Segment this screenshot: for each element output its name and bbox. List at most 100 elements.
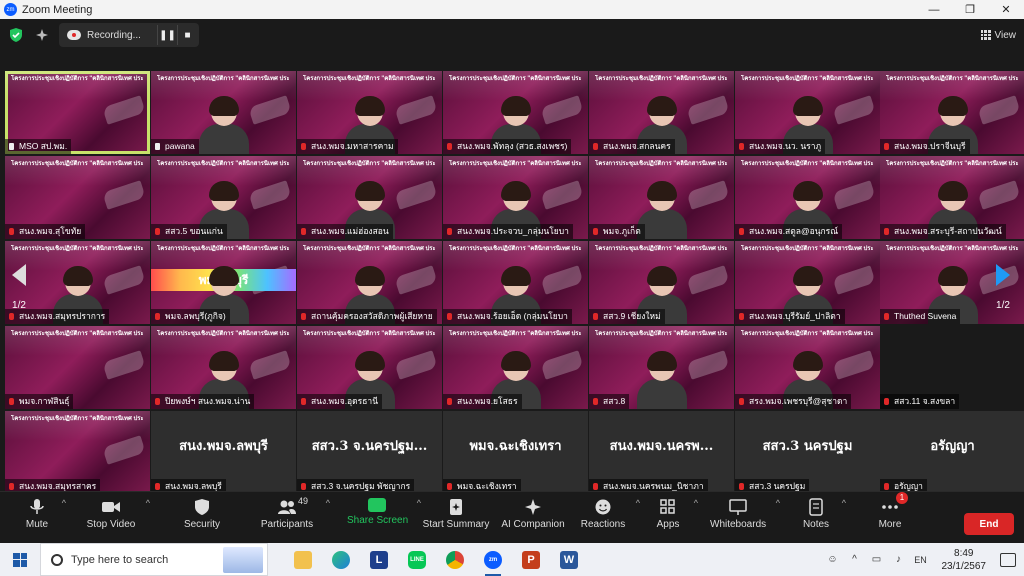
participant-tile[interactable]: โครงการประชุมเชิงปฏิบัติการ "คลินิกสารนิ… xyxy=(735,326,880,409)
participant-name-label: พมจ.ภูเก็ต xyxy=(589,224,645,239)
participant-tile[interactable]: โครงการประชุมเชิงปฏิบัติการ "คลินิกสารนิ… xyxy=(589,326,734,409)
participant-tile[interactable]: โครงการประชุมเชิงปฏิบัติการ "คลินิกสารนิ… xyxy=(443,156,588,239)
shield-icon[interactable] xyxy=(8,27,24,43)
participant-name-label: สนง.พมจ.มหาสารคาม xyxy=(297,139,398,154)
participant-name-label: สนง.พมจ.นว. นราภู xyxy=(735,139,826,154)
more-button[interactable]: 1 More xyxy=(874,492,908,540)
maximize-button[interactable]: ❐ xyxy=(952,0,988,19)
participant-tile[interactable]: สสว.3 นครปฐม สสว.3 นครปฐม xyxy=(735,411,880,494)
reactions-button[interactable]: Reactions ^ xyxy=(580,498,640,540)
participant-tile[interactable]: โครงการประชุมเชิงปฏิบัติการ "คลินิกสารนิ… xyxy=(589,241,734,324)
participant-tile[interactable]: โครงการประชุมเชิงปฏิบัติการ "คลินิกสารนิ… xyxy=(297,71,442,154)
powerpoint-app[interactable]: P xyxy=(516,547,546,573)
participant-tile[interactable]: โครงการประชุมเชิงปฏิบัติการ "คลินิกสารนิ… xyxy=(735,71,880,154)
next-page-button[interactable]: 1/2 xyxy=(988,264,1018,334)
windows-logo-icon xyxy=(13,552,27,567)
slide-header-text: โครงการประชุมเชิงปฏิบัติการ "คลินิกสารนิ… xyxy=(741,331,873,337)
clock-time: 8:49 xyxy=(954,547,974,559)
participant-tile[interactable]: อรัญญา อรัญญา xyxy=(880,411,1024,494)
people-icon[interactable]: ☺ xyxy=(826,553,840,567)
chevron-up-icon[interactable]: ^ xyxy=(776,498,780,508)
view-label: View xyxy=(994,29,1017,41)
participant-tile[interactable]: โครงการประชุมเชิงปฏิบัติการ "คลินิกสารนิ… xyxy=(5,411,150,494)
slide-hand-graphic xyxy=(540,95,584,125)
word-app[interactable]: W xyxy=(554,547,584,573)
chevron-up-icon[interactable]: ^ xyxy=(417,498,421,508)
slide-hand-graphic xyxy=(394,350,438,380)
participant-tile[interactable]: โครงการประชุมเชิงปฏิบัติการ "คลินิกสารนิ… xyxy=(443,241,588,324)
slide-hand-graphic xyxy=(686,180,730,210)
chevron-up-icon[interactable]: ^ xyxy=(848,553,862,567)
edge-app[interactable] xyxy=(326,547,356,573)
participant-tile[interactable]: โครงการประชุมเชิงปฏิบัติการ "คลินิกสารนิ… xyxy=(880,156,1024,239)
close-button[interactable]: ✕ xyxy=(988,0,1024,19)
file-explorer-app[interactable] xyxy=(288,547,318,573)
chevron-up-icon[interactable]: ^ xyxy=(62,498,66,508)
l-app[interactable]: L xyxy=(364,547,394,573)
zoom-app[interactable]: zm xyxy=(478,547,508,576)
participant-tile[interactable]: สสว.3 จ.นครปฐม... สสว.3 จ.นครปฐม พัชญากร xyxy=(297,411,442,494)
participant-tile[interactable]: โครงการประชุมเชิงปฏิบัติการ "คลินิกสารนิ… xyxy=(297,156,442,239)
participant-tile[interactable]: พมจ.ฉะเชิงเทรา พมจ.ฉะเชิงเทรา xyxy=(443,411,588,494)
network-icon[interactable]: ▭ xyxy=(870,553,884,567)
chevron-up-icon[interactable]: ^ xyxy=(146,498,150,508)
view-button[interactable]: View xyxy=(980,25,1017,45)
slide-hand-graphic xyxy=(686,95,730,125)
notes-button[interactable]: Notes ^ xyxy=(800,498,846,540)
participant-tile[interactable]: โครงการประชุมเชิงปฏิบัติการ "คลินิกสารนิ… xyxy=(5,71,150,154)
recording-indicator[interactable]: Recording... ❚❚ ■ xyxy=(59,23,199,47)
participant-name-label: Thuthed Suvena xyxy=(880,309,961,324)
minimize-button[interactable]: — xyxy=(916,0,952,19)
participant-tile[interactable]: สนง.พมจ.นครพ... สนง.พมจ.นครพนม_นิชาภา xyxy=(589,411,734,494)
slide-header-text: โครงการประชุมเชิงปฏิบัติการ "คลินิกสารนิ… xyxy=(886,76,1018,82)
security-button[interactable]: Security xyxy=(182,498,222,540)
taskbar-clock[interactable]: 8:49 23/1/2567 xyxy=(942,547,987,573)
chevron-up-icon[interactable]: ^ xyxy=(326,498,330,508)
mute-button[interactable]: Mute ^ xyxy=(22,498,66,540)
taskbar-search[interactable]: Type here to search xyxy=(40,543,268,576)
participant-tile[interactable]: โครงการประชุมเชิงปฏิบัติการ "คลินิกสารนิ… xyxy=(5,156,150,239)
participant-tile[interactable]: โครงการประชุมเชิงปฏิบัติการ "คลินิกสารนิ… xyxy=(735,156,880,239)
whiteboard-icon xyxy=(729,499,747,515)
start-summary-button[interactable]: Start Summary xyxy=(422,498,490,540)
participant-tile[interactable]: โครงการประชุมเชิงปฏิบัติการ "คลินิกสารนิ… xyxy=(589,71,734,154)
participant-tile[interactable]: โครงการประชุมเชิงปฏิบัติการ "คลินิกสารนิ… xyxy=(297,241,442,324)
ai-sparkle-icon[interactable] xyxy=(34,27,50,43)
line-app[interactable]: LINE xyxy=(402,547,432,573)
stop-video-button[interactable]: Stop Video ^ xyxy=(86,498,150,540)
apps-button[interactable]: Apps ^ xyxy=(652,498,698,540)
participant-tile[interactable]: โครงการประชุมเชิงปฏิบัติการ "คลินิกสารนิ… xyxy=(5,326,150,409)
participant-tile[interactable]: โครงการประชุมเชิงปฏิบัติการ "คลินิกสารนิ… xyxy=(151,241,296,324)
stop-recording-button[interactable]: ■ xyxy=(177,25,197,45)
volume-icon[interactable]: ♪ xyxy=(892,553,906,567)
participant-tile[interactable]: โครงการประชุมเชิงปฏิบัติการ "คลินิกสารนิ… xyxy=(151,71,296,154)
chevron-up-icon[interactable]: ^ xyxy=(842,498,846,508)
prev-page-button[interactable]: 1/2 xyxy=(4,264,34,334)
participant-tile[interactable]: โครงการประชุมเชิงปฏิบัติการ "คลินิกสารนิ… xyxy=(443,326,588,409)
slide-hand-graphic xyxy=(248,350,292,380)
share-screen-button[interactable]: Share Screen ^ xyxy=(347,498,421,540)
end-meeting-button[interactable]: End xyxy=(964,513,1014,535)
participants-button[interactable]: 49 Participants ^ xyxy=(258,496,330,540)
input-language[interactable]: EN xyxy=(914,553,928,567)
participant-tile[interactable]: โครงการประชุมเชิงปฏิบัติการ "คลินิกสารนิ… xyxy=(151,156,296,239)
whiteboards-button[interactable]: Whiteboards ^ xyxy=(710,498,780,540)
chevron-up-icon[interactable]: ^ xyxy=(636,498,640,508)
chevron-up-icon[interactable]: ^ xyxy=(694,498,698,508)
notification-icon[interactable] xyxy=(1000,552,1016,567)
participant-tile[interactable]: โครงการประชุมเชิงปฏิบัติการ "คลินิกสารนิ… xyxy=(735,241,880,324)
participant-tile[interactable]: สนง.พมจ.ลพบุรี สนง.พมจ.ลพบุรี xyxy=(151,411,296,494)
participant-tile[interactable]: โครงการประชุมเชิงปฏิบัติการ "คลินิกสารนิ… xyxy=(151,326,296,409)
slide-header-text: โครงการประชุมเชิงปฏิบัติการ "คลินิกสารนิ… xyxy=(303,331,435,337)
participant-tile[interactable]: โครงการประชุมเชิงปฏิบัติการ "คลินิกสารนิ… xyxy=(589,156,734,239)
participant-tile[interactable]: โครงการประชุมเชิงปฏิบัติการ "คลินิกสารนิ… xyxy=(880,71,1024,154)
participant-tile[interactable]: สสว.11 จ.สงขลา xyxy=(880,326,1024,409)
pause-recording-button[interactable]: ❚❚ xyxy=(157,25,177,45)
apps-label: Apps xyxy=(656,519,680,530)
chrome-app[interactable] xyxy=(440,547,470,573)
participant-tile[interactable]: โครงการประชุมเชิงปฏิบัติการ "คลินิกสารนิ… xyxy=(443,71,588,154)
ai-companion-button[interactable]: AI Companion xyxy=(500,498,566,540)
smile-icon xyxy=(595,499,611,515)
participant-tile[interactable]: โครงการประชุมเชิงปฏิบัติการ "คลินิกสารนิ… xyxy=(297,326,442,409)
start-button[interactable] xyxy=(0,543,40,576)
